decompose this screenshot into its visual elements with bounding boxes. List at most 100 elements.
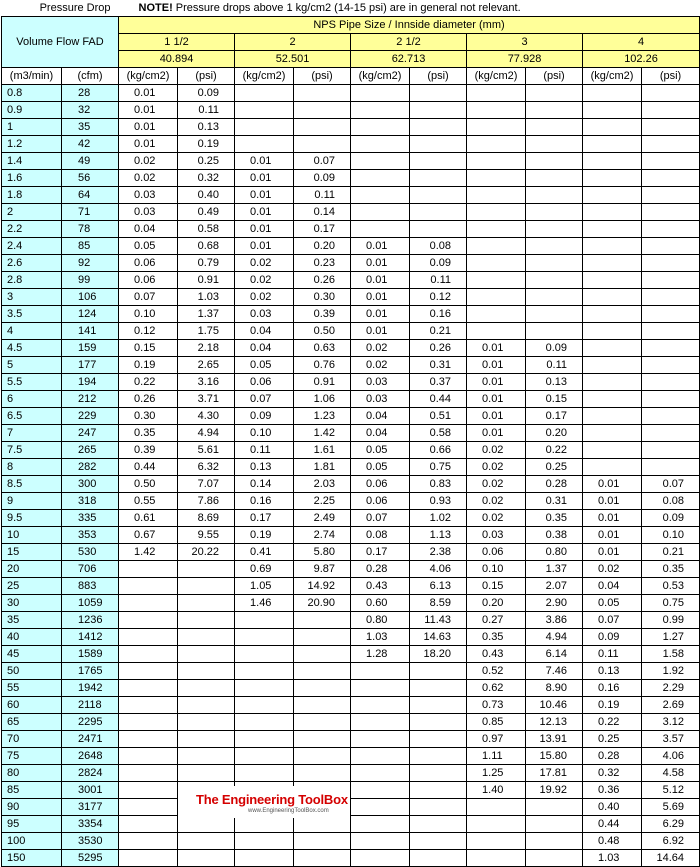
psi-cell xyxy=(177,662,236,680)
kgcm2-cell: 0.05 xyxy=(118,237,179,255)
kgcm2-cell: 1.42 xyxy=(118,543,179,561)
psi-cell: 4.94 xyxy=(525,628,584,646)
psi-cell xyxy=(409,135,468,153)
psi-cell xyxy=(525,135,584,153)
psi-cell: 19.92 xyxy=(525,781,584,799)
psi-cell: 2.25 xyxy=(293,492,352,510)
flow-cfm-cell: 49 xyxy=(60,152,120,170)
kgcm2-cell: 0.05 xyxy=(350,458,411,476)
kgcm2-cell: 0.02 xyxy=(350,339,411,357)
table-row: 90 3177 0.40 5.69 xyxy=(1,798,700,816)
flow-cfm-cell: 3001 xyxy=(60,781,120,799)
kgcm2-cell xyxy=(350,764,411,782)
kgcm2-cell xyxy=(350,696,411,714)
kgcm2-cell xyxy=(350,118,411,136)
psi-cell: 0.13 xyxy=(177,118,236,136)
psi-cell xyxy=(641,390,700,408)
kgcm2-cell xyxy=(118,560,179,578)
psi-cell xyxy=(641,373,700,391)
table-row: 6 212 0.26 3.71 0.07 1.06 0.03 0.44 0.01 0.15 xyxy=(1,390,700,408)
psi-cell: 0.80 xyxy=(525,543,584,561)
kgcm2-cell xyxy=(350,679,411,697)
kgcm2-cell: 0.01 xyxy=(466,424,527,442)
kgcm2-cell xyxy=(350,186,411,204)
flow-cfm-cell: 2295 xyxy=(60,713,120,731)
table-row: 0.9 32 0.01 0.11 xyxy=(1,101,700,119)
flow-m3min-cell: 9 xyxy=(1,492,62,510)
psi-cell xyxy=(525,186,584,204)
psi-cell: 3.12 xyxy=(641,713,700,731)
psi-cell: 3.71 xyxy=(177,390,236,408)
kgcm2-cell xyxy=(582,220,643,238)
flow-m3min-cell: 80 xyxy=(1,764,62,782)
psi-cell: 0.21 xyxy=(641,543,700,561)
flow-m3min-cell: 7 xyxy=(1,424,62,442)
kgcm2-cell xyxy=(118,815,179,833)
psi-cell xyxy=(641,407,700,425)
psi-cell: 0.83 xyxy=(409,475,468,493)
psi-cell xyxy=(641,458,700,476)
psi-cell xyxy=(525,203,584,221)
table-row: 7.5 265 0.39 5.61 0.11 1.61 0.05 0.66 0.02 0.22 xyxy=(1,441,700,459)
kgcm2-cell xyxy=(466,288,527,306)
kgcm2-cell xyxy=(118,679,179,697)
kgcm2-cell xyxy=(350,713,411,731)
psi-cell xyxy=(293,118,352,136)
psi-cell: 0.09 xyxy=(177,84,236,102)
table-row: 5 177 0.19 2.65 0.05 0.76 0.02 0.31 0.01 0.11 xyxy=(1,356,700,374)
kgcm2-cell xyxy=(234,832,295,850)
kgcm2-cell xyxy=(350,135,411,153)
flow-m3min-cell: 55 xyxy=(1,679,62,697)
flow-m3min-cell: 1.6 xyxy=(1,169,62,187)
psi-cell: 0.07 xyxy=(293,152,352,170)
psi-cell: 0.09 xyxy=(293,169,352,187)
psi-cell: 0.20 xyxy=(525,424,584,442)
table-row: 55 1942 0.62 8.90 0.16 2.29 xyxy=(1,679,700,697)
flow-cfm-cell: 318 xyxy=(60,492,120,510)
flow-m3min-cell: 2.2 xyxy=(1,220,62,238)
psi-cell xyxy=(409,220,468,238)
unit-header: (psi) xyxy=(525,67,584,85)
flow-m3min-cell: 25 xyxy=(1,577,62,595)
caption-row: Pressure Drop NOTE! Pressure drops above… xyxy=(2,0,700,17)
kgcm2-cell: 0.02 xyxy=(234,271,295,289)
flow-cfm-cell: 2824 xyxy=(60,764,120,782)
kgcm2-cell xyxy=(466,237,527,255)
flow-cfm-cell: 3354 xyxy=(60,815,120,833)
kgcm2-cell: 0.01 xyxy=(350,322,411,340)
table-row: 2.8 99 0.06 0.91 0.02 0.26 0.01 0.11 xyxy=(1,271,700,289)
psi-cell xyxy=(525,815,584,833)
psi-cell: 0.11 xyxy=(293,186,352,204)
unit-header: (kg/cm2) xyxy=(118,67,179,85)
kgcm2-cell xyxy=(582,339,643,357)
table-row: 45 1589 1.28 18.20 0.43 6.14 0.11 1.58 xyxy=(1,645,700,663)
psi-cell: 1.06 xyxy=(293,390,352,408)
flow-cfm-cell: 99 xyxy=(60,271,120,289)
unit-header: (kg/cm2) xyxy=(466,67,527,85)
psi-cell: 0.63 xyxy=(293,339,352,357)
kgcm2-cell xyxy=(234,849,295,867)
size-header: 1 1/2 xyxy=(118,33,236,51)
kgcm2-cell xyxy=(234,764,295,782)
table-row: 1 35 0.01 0.13 xyxy=(1,118,700,136)
psi-cell: 0.08 xyxy=(409,237,468,255)
flow-m3min-cell: 45 xyxy=(1,645,62,663)
kgcm2-cell: 0.05 xyxy=(582,594,643,612)
psi-cell xyxy=(641,135,700,153)
flow-m3min-cell: 15 xyxy=(1,543,62,561)
psi-cell: 6.32 xyxy=(177,458,236,476)
kgcm2-cell: 1.40 xyxy=(466,781,527,799)
kgcm2-cell: 0.50 xyxy=(118,475,179,493)
table-row: 150 5295 1.03 14.64 xyxy=(1,849,700,867)
kgcm2-cell xyxy=(350,101,411,119)
psi-cell xyxy=(177,764,236,782)
psi-cell: 5.12 xyxy=(641,781,700,799)
kgcm2-cell xyxy=(350,747,411,765)
psi-cell: 0.10 xyxy=(641,526,700,544)
psi-cell xyxy=(525,220,584,238)
kgcm2-cell xyxy=(582,271,643,289)
psi-cell: 2.38 xyxy=(409,543,468,561)
psi-cell xyxy=(641,118,700,136)
kgcm2-cell: 0.02 xyxy=(350,356,411,374)
kgcm2-cell: 0.02 xyxy=(582,560,643,578)
